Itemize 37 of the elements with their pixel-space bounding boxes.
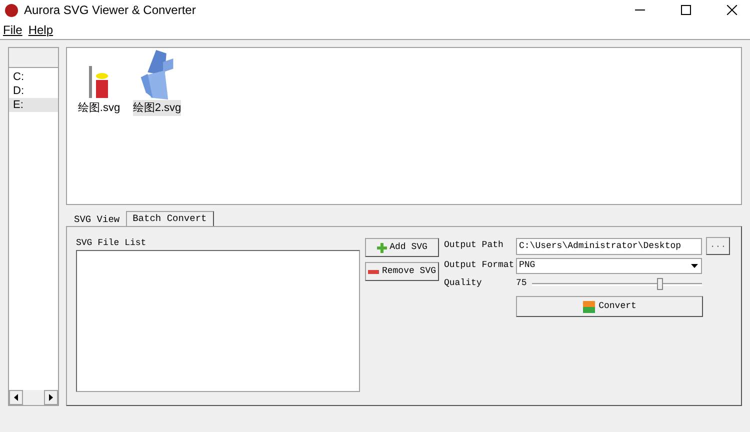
quality-label: Quality: [444, 277, 483, 290]
file-name[interactable]: 绘图.svg: [78, 100, 120, 116]
add-svg-button[interactable]: Add SVG: [365, 238, 439, 257]
svg-file-list[interactable]: [76, 250, 360, 392]
quality-slider-thumb[interactable]: [656, 278, 662, 290]
quality-slider-track[interactable]: [532, 277, 702, 291]
output-path-label: Output Path: [444, 239, 504, 252]
convert-button[interactable]: Convert: [516, 296, 703, 317]
scroll-right-button[interactable]: [44, 390, 58, 405]
remove-svg-button[interactable]: Remove SVG: [365, 262, 439, 281]
menu-item[interactable]: File: [3, 20, 22, 38]
right-arrow-icon: [49, 394, 53, 401]
app-logo-icon: [5, 4, 18, 16]
minus-icon: [368, 270, 379, 274]
scroll-left-button[interactable]: [9, 390, 23, 405]
drive-item[interactable]: C:: [9, 70, 58, 84]
left-arrow-icon: [14, 394, 18, 401]
close-icon[interactable]: [727, 5, 737, 15]
plus-icon: [376, 242, 387, 252]
window-title: Aurora SVG Viewer & Converter: [24, 2, 197, 19]
output-path-field[interactable]: C:\Users\Administrator\Desktop: [516, 238, 702, 254]
tab[interactable]: SVG View: [68, 213, 126, 226]
browse-button[interactable]: ...: [706, 237, 730, 255]
horizontal-scrollbar[interactable]: [9, 390, 58, 405]
svg-file-thumbnail-icon: [88, 64, 110, 100]
output-format-label: Output Format: [444, 259, 516, 272]
menu-item[interactable]: Help: [28, 20, 54, 38]
quality-value: 75: [516, 277, 528, 290]
maximize-icon[interactable]: [681, 5, 691, 15]
tab[interactable]: Batch Convert: [126, 211, 214, 226]
output-format-dropdown[interactable]: PNG: [516, 258, 702, 274]
convert-icon: [582, 300, 595, 312]
dropdown-caret-icon: [691, 264, 698, 268]
file-name[interactable]: 绘图2.svg: [132, 100, 182, 116]
drive-item[interactable]: E:: [9, 98, 58, 112]
drive-item[interactable]: D:: [9, 84, 58, 98]
file-list-label: SVG File List: [76, 237, 148, 250]
